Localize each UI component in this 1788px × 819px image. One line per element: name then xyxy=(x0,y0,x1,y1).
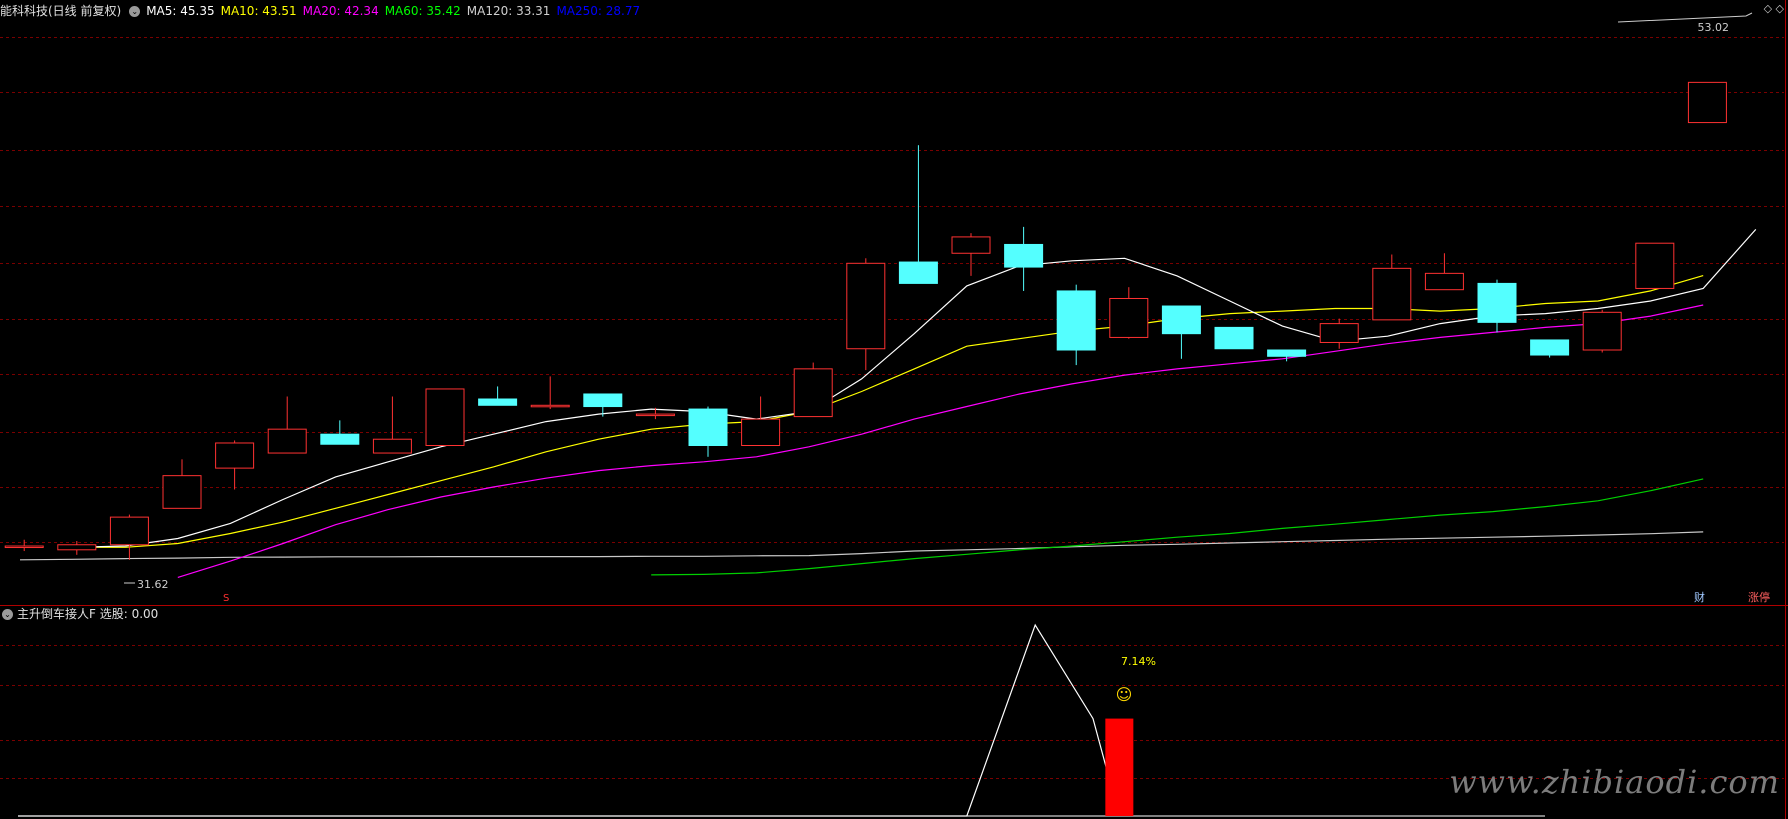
candle-body xyxy=(215,442,255,469)
ma-legend: MA5: 45.35 MA10: 43.51 MA20: 42.34 MA60: 35… xyxy=(146,4,646,18)
ma10-line xyxy=(72,275,1704,548)
candle-body xyxy=(688,408,728,447)
candle xyxy=(793,362,833,418)
candle xyxy=(162,459,202,509)
candle-body xyxy=(320,433,360,445)
candle xyxy=(688,406,728,457)
candle xyxy=(1319,318,1359,349)
candle-body xyxy=(951,236,991,254)
grid-lines xyxy=(0,37,1784,779)
ma-legend-item: MA60: 35.42 xyxy=(384,4,461,18)
candle xyxy=(1372,254,1412,321)
candle-body xyxy=(162,475,202,509)
candle-body xyxy=(635,413,675,417)
candle-body xyxy=(741,418,781,446)
candle xyxy=(1687,81,1727,124)
candle xyxy=(1056,284,1096,366)
candle xyxy=(1214,326,1254,350)
candle-body xyxy=(1530,339,1570,356)
candle-body xyxy=(1161,305,1201,335)
moving-average-lines xyxy=(19,229,1757,578)
watermark: www.zhibiaodi.com xyxy=(1449,763,1780,801)
candle xyxy=(215,440,255,490)
chart-canvas: 53.02 31.62 S 财 涨停 7.14% ☺ xyxy=(0,0,1788,819)
indicator-panel-plot: 7.14% ☺ xyxy=(18,623,1545,817)
candle-body xyxy=(267,428,307,454)
candle-body xyxy=(530,404,570,408)
candle xyxy=(425,388,465,446)
candle-body xyxy=(372,438,412,454)
candle xyxy=(1530,339,1570,358)
candle-body xyxy=(1267,349,1307,357)
high-price-label: 53.02 xyxy=(1698,21,1730,34)
indicator-title[interactable]: 主升倒车接人F xyxy=(17,607,96,621)
candle-body xyxy=(583,393,623,408)
candle-body xyxy=(1004,243,1044,268)
main-chart-header: 能科科技(日线 前复权) ⌄ MA5: 45.35 MA10: 43.51 MA20: … xyxy=(0,2,652,20)
stock-title[interactable]: 能科科技(日线 前复权) xyxy=(0,4,121,18)
candle xyxy=(1109,287,1149,339)
candle xyxy=(846,258,886,371)
candle xyxy=(57,540,97,555)
candle xyxy=(4,539,44,552)
candle-body xyxy=(846,262,886,350)
candle xyxy=(1004,226,1044,291)
candle xyxy=(1635,242,1675,289)
candle xyxy=(1424,253,1464,291)
candle-body xyxy=(1056,290,1096,351)
signal-line xyxy=(18,623,1120,817)
candle-body xyxy=(898,261,938,284)
signal-bar xyxy=(1105,718,1134,816)
ma60-line xyxy=(651,478,1704,576)
candle xyxy=(898,145,938,284)
candle xyxy=(1582,309,1622,353)
indicator-header: ⌄ 主升倒车接人F 选股: 0.00 xyxy=(0,605,158,623)
smiley-icon: ☺ xyxy=(1116,685,1133,704)
sell-signal-label: S xyxy=(223,593,229,604)
ma-legend-item: MA120: 33.31 xyxy=(466,4,551,18)
select-value: 选股: 0.00 xyxy=(99,607,159,621)
candle xyxy=(1477,279,1517,333)
ma-legend-item: MA5: 45.35 xyxy=(146,4,215,18)
corner-icons[interactable]: ◇ ◇ xyxy=(1764,2,1784,15)
ma-legend-item: MA20: 42.34 xyxy=(302,4,379,18)
candle xyxy=(372,396,412,454)
candlesticks xyxy=(4,81,1727,560)
candle-body xyxy=(1214,326,1254,350)
finance-marker[interactable]: 财 xyxy=(1694,590,1705,604)
candle-body xyxy=(478,398,518,406)
ma-legend-item: MA250: 28.77 xyxy=(556,4,641,18)
indicator-collapse-icon[interactable]: ⌄ xyxy=(2,609,13,620)
candle-body xyxy=(1372,267,1412,321)
candle-body xyxy=(1109,297,1149,338)
percent-label: 7.14% xyxy=(1121,655,1156,668)
candle xyxy=(478,386,518,406)
candle-body xyxy=(1635,242,1675,289)
ma120-line xyxy=(19,531,1704,561)
candle xyxy=(267,396,307,454)
candle xyxy=(951,233,991,276)
candle-body xyxy=(1687,81,1727,124)
candle xyxy=(109,514,149,560)
candle-body xyxy=(793,368,833,418)
ma-legend-item: MA10: 43.51 xyxy=(220,4,297,18)
candle-body xyxy=(1582,311,1622,351)
candle-body xyxy=(57,544,97,551)
candle-body xyxy=(4,545,44,549)
low-price-label: 31.62 xyxy=(137,578,169,591)
candle-body xyxy=(425,388,465,446)
candle xyxy=(741,396,781,446)
candle-body xyxy=(1424,272,1464,291)
candle-body xyxy=(1477,282,1517,323)
high-arrow xyxy=(1617,12,1753,23)
collapse-icon[interactable]: ⌄ xyxy=(129,6,141,17)
limit-up-marker[interactable]: 涨停 xyxy=(1748,590,1770,604)
candle-body xyxy=(109,516,149,546)
candle xyxy=(530,376,570,410)
candle-body xyxy=(1319,323,1359,343)
candle xyxy=(1161,305,1201,359)
candle xyxy=(583,393,623,417)
price-markers: 53.02 31.62 S 财 涨停 xyxy=(124,12,1770,604)
